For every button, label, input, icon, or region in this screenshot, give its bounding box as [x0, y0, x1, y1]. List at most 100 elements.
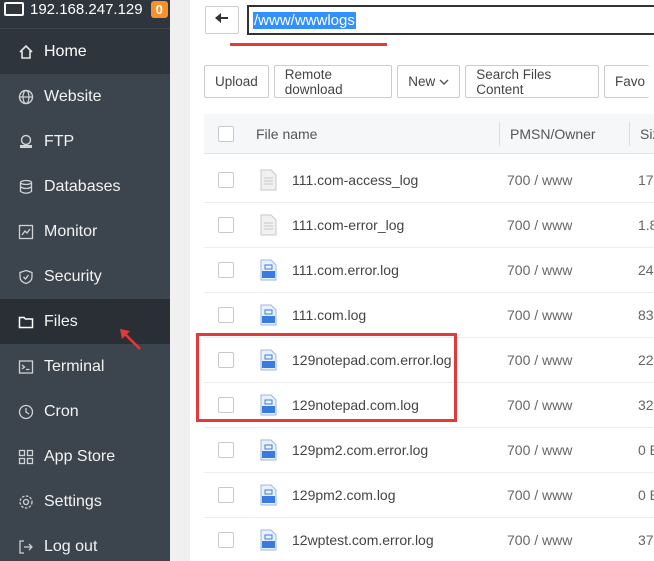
- sidebar-item-security[interactable]: Security: [0, 254, 170, 299]
- file-size: 1.8: [638, 217, 654, 233]
- sidebar-item-label: Home: [44, 42, 87, 60]
- file-permission[interactable]: 700 / www: [507, 338, 572, 383]
- notification-badge[interactable]: 0: [150, 0, 168, 18]
- row-checkbox[interactable]: [218, 262, 234, 278]
- sidebar-item-ftp[interactable]: FTP: [0, 119, 170, 164]
- file-name[interactable]: 12wptest.com.error.log: [292, 518, 434, 561]
- terminal-icon: [17, 358, 35, 376]
- table-row[interactable]: 111.com.error.log 700 / www 246: [204, 248, 654, 293]
- remote-download-button[interactable]: Remote download: [273, 65, 393, 98]
- sidebar-item-app-store[interactable]: App Store: [0, 434, 170, 479]
- ftp-icon: [17, 133, 35, 151]
- new-label: New: [408, 74, 436, 89]
- sidebar-item-databases[interactable]: Databases: [0, 164, 170, 209]
- log-file-icon: [260, 484, 277, 506]
- row-checkbox[interactable]: [218, 172, 234, 188]
- server-monitor-icon: [4, 2, 24, 16]
- row-checkbox[interactable]: [218, 217, 234, 233]
- select-all-checkbox[interactable]: [218, 126, 234, 142]
- sidebar: 192.168.247.129 0 Home Website FTP Datab…: [0, 0, 170, 561]
- sidebar-item-label: Databases: [44, 177, 121, 195]
- gear-icon: [17, 493, 35, 511]
- file-permission[interactable]: 700 / www: [507, 158, 572, 203]
- arrow-left-icon: [215, 11, 229, 29]
- log-file-icon: [260, 439, 277, 461]
- sidebar-item-label: Website: [44, 87, 102, 105]
- table-row[interactable]: 129pm2.com.error.log 700 / www 0 B: [204, 428, 654, 473]
- sidebar-item-settings[interactable]: Settings: [0, 479, 170, 524]
- red-underline-annotation: [230, 43, 387, 46]
- server-ip: 192.168.247.129: [30, 0, 143, 18]
- toolbar: Upload Remote download New Search Files …: [204, 65, 654, 98]
- file-name[interactable]: 111.com-access_log: [292, 158, 418, 203]
- file-permission[interactable]: 700 / www: [507, 293, 572, 338]
- sidebar-item-label: Monitor: [44, 222, 98, 240]
- row-checkbox[interactable]: [218, 532, 234, 548]
- file-size: 17.: [638, 172, 654, 188]
- red-highlight-annotation: [196, 333, 457, 422]
- logout-icon: [17, 538, 35, 556]
- header-file-name[interactable]: File name: [256, 114, 317, 154]
- row-checkbox[interactable]: [218, 442, 234, 458]
- file-permission[interactable]: 700 / www: [507, 203, 572, 248]
- table-row[interactable]: 111.com.log 700 / www 834: [204, 293, 654, 338]
- path-bar: /www/wwwlogs: [205, 5, 654, 35]
- database-icon: [17, 178, 35, 196]
- sidebar-item-label: Security: [44, 267, 102, 285]
- sidebar-item-website[interactable]: Website: [0, 74, 170, 119]
- file-size: 0 B: [638, 442, 654, 458]
- row-checkbox[interactable]: [218, 307, 234, 323]
- table-row[interactable]: 111.com-access_log 700 / www 17.: [204, 158, 654, 203]
- file-size: 246: [638, 262, 654, 278]
- sidebar-item-cron[interactable]: Cron: [0, 389, 170, 434]
- text-file-icon: [260, 169, 277, 191]
- monitor-chart-icon: [17, 223, 35, 241]
- grid-icon: [17, 448, 35, 466]
- text-file-icon: [260, 214, 277, 236]
- column-divider[interactable]: [499, 122, 500, 146]
- table-row[interactable]: 111.com-error_log 700 / www 1.8: [204, 203, 654, 248]
- sidebar-item-label: App Store: [44, 447, 116, 465]
- globe-icon: [17, 88, 35, 106]
- header-size[interactable]: Siz: [640, 114, 654, 154]
- file-name[interactable]: 111.com.error.log: [292, 248, 399, 293]
- new-button[interactable]: New: [397, 65, 461, 98]
- favorites-button[interactable]: Favo: [603, 65, 649, 98]
- sidebar-item-label: Terminal: [44, 357, 105, 375]
- sidebar-item-home[interactable]: Home: [0, 29, 170, 74]
- file-name[interactable]: 111.com.log: [292, 293, 366, 338]
- file-permission[interactable]: 700 / www: [507, 383, 572, 428]
- sidebar-item-logout[interactable]: Log out: [0, 524, 170, 561]
- table-header: File name PMSN/Owner Siz: [204, 114, 654, 154]
- back-button[interactable]: [205, 6, 239, 34]
- file-name[interactable]: 129pm2.com.log: [292, 473, 396, 518]
- column-divider[interactable]: [629, 122, 630, 146]
- chevron-down-icon: [439, 74, 449, 89]
- path-input[interactable]: /www/wwwlogs: [247, 5, 654, 35]
- file-permission[interactable]: 700 / www: [507, 518, 572, 561]
- home-icon: [17, 43, 35, 61]
- shield-icon: [17, 268, 35, 286]
- file-permission[interactable]: 700 / www: [507, 473, 572, 518]
- table-row[interactable]: 129pm2.com.log 700 / www 0 B: [204, 473, 654, 518]
- file-manager: /www/wwwlogs Upload Remote download New …: [190, 0, 654, 561]
- table-row[interactable]: 12wptest.com.error.log 700 / www 378: [204, 518, 654, 561]
- file-size: 32.: [638, 397, 654, 413]
- path-value: /www/wwwlogs: [253, 11, 356, 29]
- file-permission[interactable]: 700 / www: [507, 428, 572, 473]
- file-size: 834: [638, 307, 654, 323]
- file-name[interactable]: 111.com-error_log: [292, 203, 404, 248]
- sidebar-item-monitor[interactable]: Monitor: [0, 209, 170, 254]
- log-file-icon: [260, 304, 277, 326]
- header-permission[interactable]: PMSN/Owner: [510, 114, 596, 154]
- row-checkbox[interactable]: [218, 487, 234, 503]
- sidebar-item-label: Settings: [44, 492, 102, 510]
- file-permission[interactable]: 700 / www: [507, 248, 572, 293]
- upload-button[interactable]: Upload: [204, 65, 269, 98]
- sidebar-item-label: Log out: [44, 537, 98, 555]
- file-name[interactable]: 129pm2.com.error.log: [292, 428, 428, 473]
- file-size: 22.: [638, 352, 654, 368]
- search-files-content-button[interactable]: Search Files Content: [465, 65, 599, 98]
- sidebar-item-label: FTP: [44, 132, 75, 150]
- red-arrow-annotation-icon: [120, 329, 141, 350]
